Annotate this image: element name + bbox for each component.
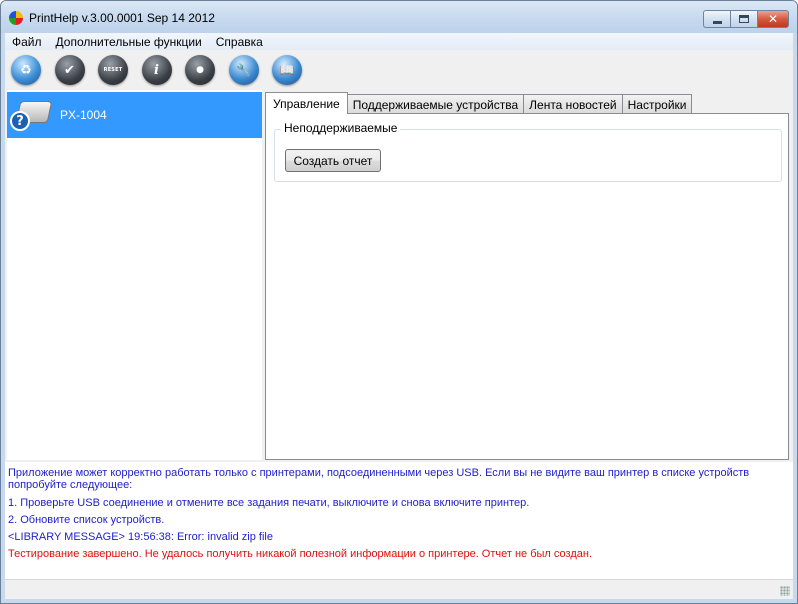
tab-supported-devices[interactable]: Поддерживаемые устройства bbox=[346, 94, 525, 114]
tabs-area: Управление Поддерживаемые устройства Лен… bbox=[265, 92, 791, 460]
reset-icon: RESET bbox=[103, 67, 123, 73]
wrench-icon: 🔧 bbox=[236, 63, 251, 77]
menu-help[interactable]: Справка bbox=[209, 35, 270, 49]
toolbar: ♻ ✔ RESET i ● 🔧 📖 bbox=[5, 50, 793, 90]
application-window: PrintHelp v.3.00.0001 Sep 14 2012 ✕ Файл… bbox=[0, 0, 798, 604]
log-panel[interactable]: Приложение может корректно работать толь… bbox=[5, 462, 793, 579]
close-icon: ✕ bbox=[767, 12, 779, 26]
manual-button[interactable]: 📖 bbox=[272, 55, 302, 85]
group-title: Неподдерживаемые bbox=[281, 121, 401, 135]
menu-additional-functions[interactable]: Дополнительные функции bbox=[49, 35, 209, 49]
device-list[interactable]: ? PX-1004 bbox=[7, 90, 262, 460]
maximize-icon bbox=[739, 15, 749, 23]
reset-button[interactable]: RESET bbox=[98, 55, 128, 85]
window-title: PrintHelp v.3.00.0001 Sep 14 2012 bbox=[29, 11, 215, 25]
disc-icon: ● bbox=[196, 65, 204, 75]
minimize-button[interactable] bbox=[703, 10, 730, 28]
log-line: Приложение может корректно работать толь… bbox=[8, 467, 750, 491]
status-bar bbox=[5, 579, 793, 599]
info-icon: i bbox=[154, 62, 159, 78]
info-button[interactable]: i bbox=[141, 55, 172, 85]
tab-settings[interactable]: Настройки bbox=[621, 94, 693, 114]
check-icon: ✔ bbox=[64, 62, 75, 78]
book-icon: 📖 bbox=[279, 63, 295, 77]
menu-file[interactable]: Файл bbox=[5, 35, 49, 49]
create-report-button[interactable]: Создать отчет bbox=[285, 149, 381, 172]
refresh-button[interactable]: ♻ bbox=[11, 55, 41, 85]
refresh-recycle-icon: ♻ bbox=[20, 62, 32, 78]
device-name: PX-1004 bbox=[60, 108, 107, 122]
device-item-px-1004[interactable]: ? PX-1004 bbox=[7, 92, 262, 138]
main-area: ? PX-1004 Управление Поддерживаемые устр… bbox=[5, 90, 793, 462]
unsupported-group: Неподдерживаемые Создать отчет bbox=[274, 121, 782, 182]
window-controls: ✕ bbox=[703, 10, 789, 28]
tab-strip: Управление Поддерживаемые устройства Лен… bbox=[265, 92, 693, 114]
tab-control[interactable]: Управление bbox=[265, 92, 348, 114]
disc-button[interactable]: ● bbox=[185, 55, 215, 85]
app-logo-icon bbox=[9, 11, 23, 25]
unknown-printer-icon: ? bbox=[10, 95, 54, 135]
resize-grip-icon[interactable] bbox=[780, 586, 790, 596]
service-button[interactable]: 🔧 bbox=[228, 55, 259, 85]
title-bar[interactable]: PrintHelp v.3.00.0001 Sep 14 2012 ✕ bbox=[1, 1, 797, 33]
log-line: 1. Проверьте USB соединение и отмените в… bbox=[8, 497, 530, 509]
question-mark-icon: ? bbox=[10, 111, 30, 131]
close-button[interactable]: ✕ bbox=[757, 10, 789, 28]
log-line: <LIBRARY MESSAGE> 19:56:38: Error: inval… bbox=[8, 531, 273, 543]
check-button[interactable]: ✔ bbox=[54, 55, 85, 85]
menu-bar: Файл Дополнительные функции Справка bbox=[5, 33, 793, 50]
maximize-button[interactable] bbox=[730, 10, 757, 28]
tab-panel-control: Неподдерживаемые Создать отчет bbox=[265, 113, 789, 460]
tab-news-feed[interactable]: Лента новостей bbox=[523, 94, 623, 114]
log-line-error: Тестирование завершено. Не удалось получ… bbox=[8, 548, 592, 560]
minimize-icon bbox=[712, 20, 722, 24]
log-line: 2. Обновите список устройств. bbox=[8, 514, 165, 526]
